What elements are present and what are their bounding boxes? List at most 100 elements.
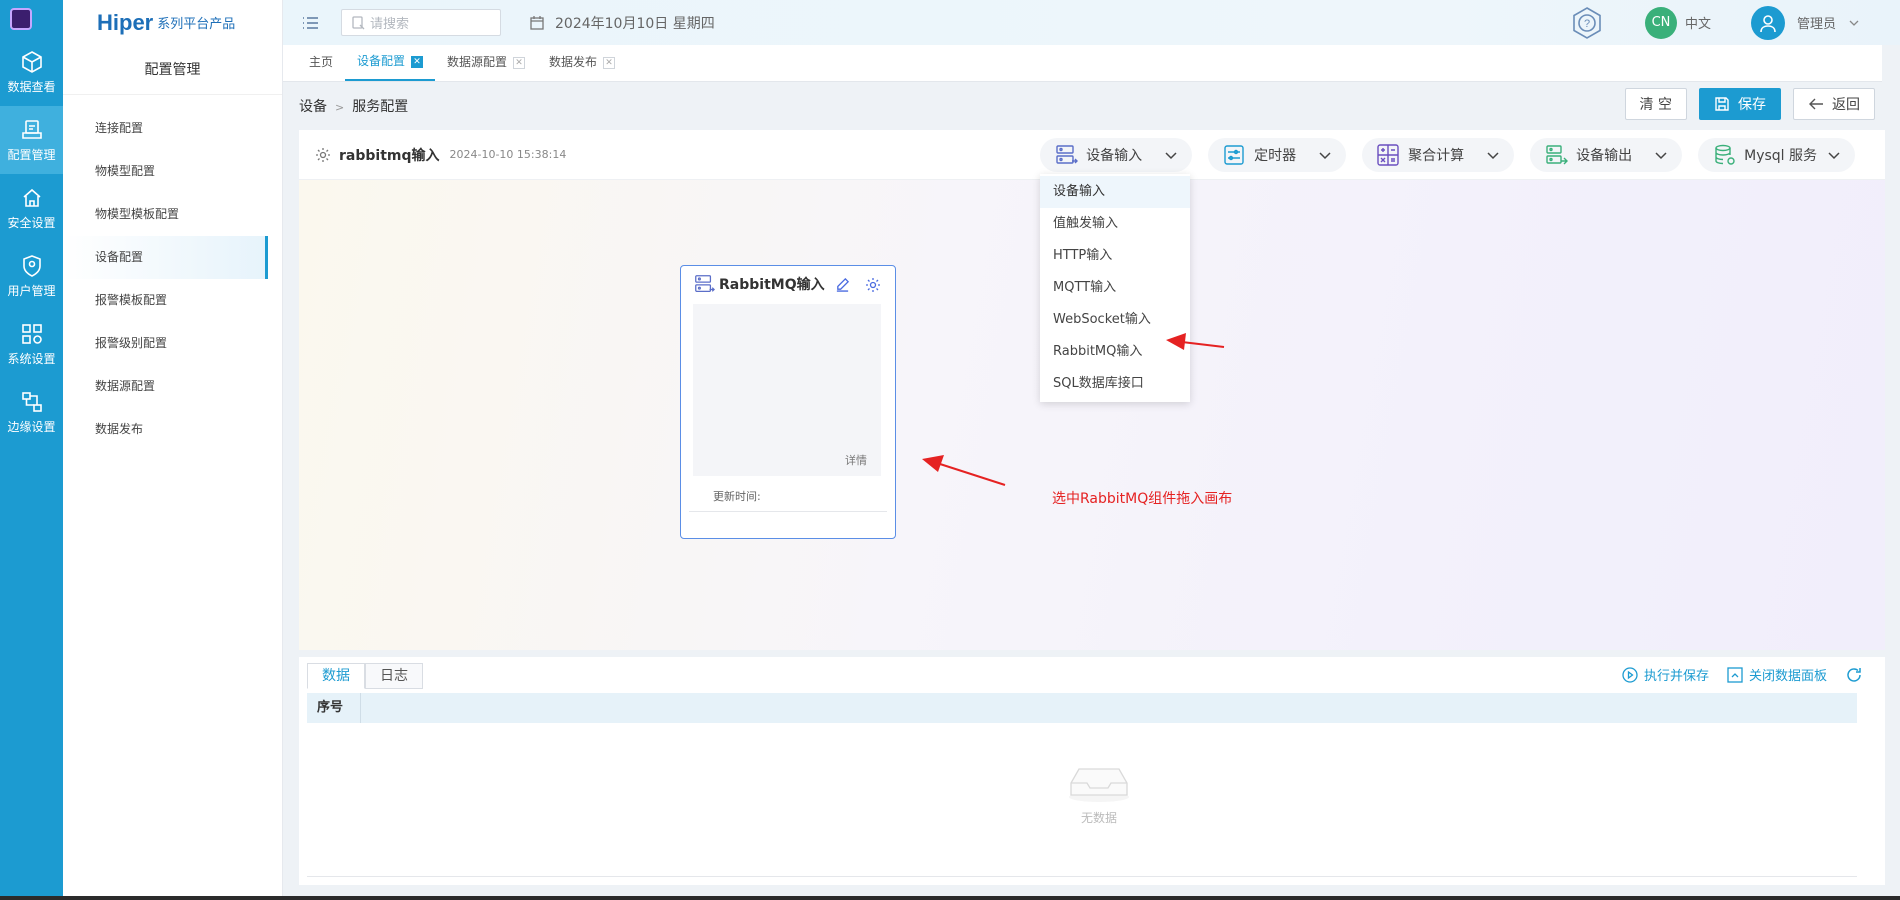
language-label[interactable]: 中文 — [1685, 13, 1711, 32]
refresh-icon[interactable] — [1845, 666, 1863, 684]
chevron-down-icon — [1655, 152, 1667, 160]
sidebar-title: 配置管理 — [63, 45, 282, 95]
dropdown-item-sql[interactable]: SQL数据库接口 — [1040, 368, 1190, 400]
tab-data-publish[interactable]: 数据发布 ✕ — [537, 44, 627, 81]
node-name: RabbitMQ输入 — [719, 277, 825, 293]
dropdown-item-value-trigger[interactable]: 值触发输入 — [1040, 208, 1190, 240]
data-panel: 数据 日志 执行并保存 关闭数据面板 序号 无数据 — [299, 657, 1885, 885]
sidebar-item-datasource[interactable]: 数据源配置 — [63, 365, 268, 408]
user-icon — [1760, 14, 1776, 32]
sidebar-item-data-publish[interactable]: 数据发布 — [63, 408, 268, 451]
back-label: 返回 — [1832, 97, 1860, 113]
arrow-left-icon — [1809, 98, 1823, 110]
rail-item-users[interactable]: 用户管理 — [0, 242, 63, 310]
node-update-time: 更新时间: — [713, 490, 761, 503]
brand-logo[interactable]: Hiper 系列平台产品 — [63, 0, 282, 45]
chevron-down-icon[interactable] — [1848, 17, 1860, 29]
dropdown-item-websocket[interactable]: WebSocket输入 — [1040, 304, 1190, 336]
back-button[interactable]: 返回 — [1793, 88, 1875, 120]
rabbitmq-node[interactable]: RabbitMQ输入 详情 更新时间: — [680, 265, 896, 539]
sidebar-item-alarm-template[interactable]: 报警模板配置 — [63, 279, 268, 322]
security-icon — [22, 188, 41, 207]
sidebar-item-alarm-level[interactable]: 报警级别配置 — [63, 322, 268, 365]
tab-label: 数据源配置 — [447, 55, 508, 69]
help-icon[interactable]: ? — [1569, 5, 1605, 41]
calendar-icon — [530, 15, 544, 30]
tab-label: 数据发布 — [549, 55, 598, 69]
close-icon[interactable]: ✕ — [513, 56, 526, 69]
search-icon — [352, 15, 365, 29]
tab-log[interactable]: 日志 — [365, 663, 423, 689]
data-panel-tabs: 数据 日志 — [307, 663, 423, 689]
close-panel-label: 关闭数据面板 — [1748, 669, 1827, 684]
tool-aggregate[interactable]: 聚合计算 — [1362, 138, 1515, 172]
breadcrumb-root[interactable]: 设备 — [299, 99, 327, 115]
device-input-dropdown: 设备输入 值触发输入 HTTP输入 MQTT输入 WebSocket输入 Rab… — [1040, 174, 1190, 402]
page-actions: 清 空 保存 返回 — [1613, 88, 1875, 120]
rail-item-security[interactable]: 安全设置 — [0, 174, 63, 242]
rail-item-label: 安全设置 — [7, 215, 56, 230]
node-divider — [689, 511, 887, 512]
tab-home[interactable]: 主页 — [297, 44, 345, 81]
rail-item-config[interactable]: 配置管理 — [0, 106, 63, 174]
user-shield-icon — [22, 254, 41, 277]
play-icon — [1622, 666, 1638, 683]
tab-data[interactable]: 数据 — [307, 663, 365, 689]
dropdown-item-rabbitmq[interactable]: RabbitMQ输入 — [1040, 336, 1190, 368]
save-label: 保存 — [1738, 97, 1766, 113]
search-input[interactable]: 请搜索 — [341, 9, 501, 36]
rail-item-edge[interactable]: 边缘设置 — [0, 378, 63, 446]
edge-icon — [21, 391, 42, 412]
rail-item-label: 系统设置 — [7, 351, 56, 366]
sidebar-item-thing-model[interactable]: 物模型配置 — [63, 150, 268, 193]
device-output-icon — [1546, 145, 1569, 165]
rail-item-system[interactable]: 系统设置 — [0, 310, 63, 378]
tool-label: 聚合计算 — [1408, 148, 1465, 164]
system-icon — [21, 323, 42, 344]
config-icon — [21, 119, 42, 139]
rail-item-label: 用户管理 — [7, 283, 56, 298]
svg-text:?: ? — [1584, 18, 1590, 30]
tab-device-config[interactable]: 设备配置 ✕ — [345, 44, 436, 81]
sidebar-item-connection[interactable]: 连接配置 — [63, 107, 268, 150]
dropdown-item-http[interactable]: HTTP输入 — [1040, 240, 1190, 272]
tool-label: 定时器 — [1254, 148, 1297, 164]
run-save-label: 执行并保存 — [1643, 669, 1709, 684]
column-header-index: 序号 — [307, 693, 361, 723]
clear-label: 清 空 — [1639, 97, 1672, 113]
tool-device-input[interactable]: 设备输入 — [1040, 138, 1193, 172]
user-avatar[interactable] — [1750, 5, 1785, 40]
breadcrumb: 设备 > 服务配置 — [299, 96, 408, 116]
edit-icon[interactable] — [835, 277, 850, 292]
dropdown-item-mqtt[interactable]: MQTT输入 — [1040, 272, 1190, 304]
data-table-header: 序号 — [307, 693, 1857, 723]
language-badge[interactable]: CN — [1644, 6, 1677, 39]
user-name[interactable]: 管理员 — [1797, 13, 1836, 32]
bottom-bar — [0, 896, 1900, 900]
dropdown-item-device-input[interactable]: 设备输入 — [1040, 176, 1190, 208]
tool-mysql-service[interactable]: Mysql 服务 — [1698, 138, 1855, 172]
node-header: RabbitMQ输入 — [681, 266, 895, 302]
gear-icon[interactable] — [315, 147, 331, 163]
node-detail-link[interactable]: 详情 — [845, 452, 867, 468]
close-icon[interactable]: ✕ — [411, 55, 424, 68]
sidebar-item-thing-model-template[interactable]: 物模型模板配置 — [63, 193, 268, 236]
tool-label: 设备输入 — [1086, 148, 1143, 164]
sidebar-item-device-config[interactable]: 设备配置 — [63, 236, 268, 279]
date-text: 2024年10月10日 星期四 — [555, 15, 715, 32]
gear-icon[interactable] — [865, 277, 881, 293]
tool-device-output[interactable]: 设备输出 — [1530, 138, 1683, 172]
clear-button[interactable]: 清 空 — [1624, 88, 1687, 120]
chevron-down-icon — [1487, 152, 1499, 160]
close-icon[interactable]: ✕ — [603, 56, 616, 69]
tab-datasource-config[interactable]: 数据源配置 ✕ — [435, 44, 537, 81]
save-button[interactable]: 保存 — [1699, 88, 1781, 120]
menu-toggle-icon[interactable] — [301, 13, 321, 33]
tool-timer[interactable]: 定时器 — [1208, 138, 1347, 172]
app-logo-icon[interactable] — [10, 8, 32, 30]
close-data-panel-button[interactable]: 关闭数据面板 — [1727, 665, 1827, 684]
node-body: 详情 — [693, 304, 881, 476]
rail-item-data-view[interactable]: 数据查看 — [0, 38, 63, 106]
run-and-save-button[interactable]: 执行并保存 — [1622, 665, 1709, 684]
left-rail: 数据查看 配置管理 安全设置 用户管理 系统设置 边缘设置 — [0, 0, 63, 900]
